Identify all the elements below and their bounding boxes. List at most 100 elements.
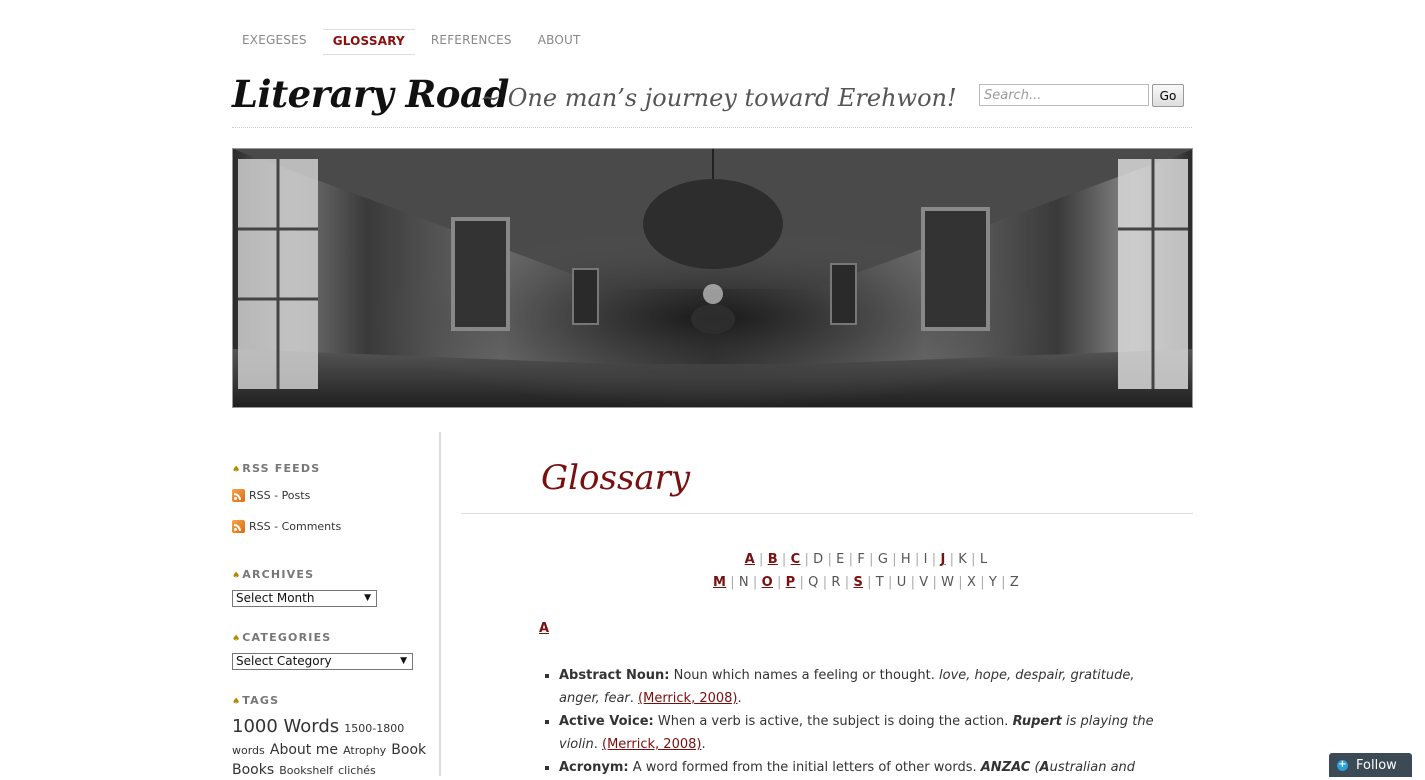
nav-about[interactable]: ABOUT <box>528 29 591 55</box>
archives-heading: ♠ARCHIVES <box>232 568 315 581</box>
letter-separator: | <box>781 552 787 567</box>
bullet-icon: ♠ <box>232 465 242 475</box>
plus-icon: + <box>1337 759 1348 771</box>
letter-separator: | <box>958 575 963 590</box>
letter-u: U <box>896 575 907 590</box>
letter-f: F <box>857 552 866 567</box>
search-input[interactable] <box>979 84 1149 106</box>
nav-glossary[interactable]: GLOSSARY <box>322 29 415 55</box>
letter-separator: | <box>848 552 854 567</box>
rss-comments-link[interactable]: RSS - Comments <box>232 520 341 533</box>
tag-cloud: 1000 Words 1500-1800 words About me Atro… <box>232 716 432 780</box>
tag-link[interactable]: Atrophy <box>343 744 386 757</box>
letter-n: N <box>738 575 749 590</box>
letter-separator: | <box>730 575 735 590</box>
top-nav: EXEGESES GLOSSARY REFERENCES ABOUT <box>232 29 597 55</box>
entry-example-bold: Rupert <box>1012 714 1062 729</box>
letter-separator: | <box>869 552 874 567</box>
rss-posts-link[interactable]: RSS - Posts <box>232 489 310 502</box>
dropdown-arrow-icon: ▼ <box>400 656 407 666</box>
follow-button[interactable]: + Follow <box>1329 753 1412 777</box>
letter-w: W <box>941 575 955 590</box>
letter-s[interactable]: S <box>853 575 863 590</box>
bullet-icon: ♠ <box>232 634 242 644</box>
letter-k: K <box>958 552 968 567</box>
letter-m[interactable]: M <box>713 575 726 590</box>
entry-example-bold: ANZAC <box>980 760 1031 775</box>
tag-link[interactable]: Book <box>391 742 426 758</box>
letter-t: T <box>875 575 885 590</box>
letter-o[interactable]: O <box>762 575 773 590</box>
letter-separator: | <box>914 552 920 567</box>
glossary-list: Abstract Noun: Noun which names a feelin… <box>541 664 1179 779</box>
letter-e: E <box>836 552 845 567</box>
entry-definition: A word formed from the initial letters o… <box>628 760 981 775</box>
letter-separator: | <box>931 552 937 567</box>
glossary-entry: Abstract Noun: Noun which names a feelin… <box>559 664 1179 710</box>
dropdown-arrow-icon: ▼ <box>364 593 371 603</box>
header-divider <box>232 127 1192 128</box>
letter-separator: | <box>867 575 872 590</box>
page-title: Glossary <box>541 458 691 498</box>
entry-definition: When a verb is active, the subject is do… <box>653 714 1013 729</box>
letter-separator: | <box>980 575 985 590</box>
letter-z: Z <box>1009 575 1020 590</box>
rss-feeds-heading: ♠RSS FEEDS <box>232 462 321 475</box>
tag-link[interactable]: clichés <box>338 764 376 777</box>
letter-d: D <box>813 552 824 567</box>
tag-link[interactable]: About me <box>270 742 338 758</box>
site-title[interactable]: Literary Road <box>232 72 509 116</box>
letter-r: R <box>831 575 841 590</box>
letter-separator: | <box>892 552 897 567</box>
letter-separator: | <box>888 575 893 590</box>
letter-separator: | <box>822 575 828 590</box>
gallery-hall-image <box>233 149 1192 407</box>
entry-reference-link[interactable]: (Merrick, 2008) <box>638 691 737 706</box>
letter-j[interactable]: J <box>940 552 945 567</box>
archives-select[interactable]: Select Month ▼ <box>232 590 377 607</box>
nav-exegeses[interactable]: EXEGESES <box>232 29 317 55</box>
title-divider <box>461 513 1193 514</box>
letter-y: Y <box>988 575 998 590</box>
tag-link[interactable]: 1000 Words <box>232 716 339 737</box>
letter-separator: | <box>752 575 758 590</box>
letter-g: G <box>877 552 889 567</box>
letter-v: V <box>919 575 929 590</box>
nav-references[interactable]: REFERENCES <box>421 29 522 55</box>
letter-q: Q <box>808 575 819 590</box>
letter-separator: | <box>971 552 976 567</box>
letter-separator: | <box>1001 575 1006 590</box>
letter-b[interactable]: B <box>768 552 778 567</box>
letter-i: I <box>923 552 928 567</box>
search-go-button[interactable]: Go <box>1152 84 1184 107</box>
tag-link[interactable]: Bookshelf <box>279 764 333 777</box>
alphabet-index-row-2: M | N | O | P | Q | R | S | T | U | V | W | X | Y | Z <box>541 575 1191 590</box>
entry-term: Active Voice: <box>559 714 654 729</box>
letter-separator: | <box>844 575 850 590</box>
letter-separator: | <box>910 575 916 590</box>
entry-definition: Noun which names a feeling or thought. <box>669 668 939 683</box>
site-tagline: ~ One man’s journey toward Erehwon! <box>480 84 957 112</box>
tags-heading: ♠TAGS <box>232 694 280 707</box>
letter-c[interactable]: C <box>791 552 801 567</box>
categories-heading: ♠CATEGORIES <box>232 631 332 644</box>
bullet-icon: ♠ <box>232 697 242 707</box>
letter-a[interactable]: A <box>745 552 755 567</box>
letter-x: X <box>966 575 977 590</box>
letter-separator: | <box>932 575 938 590</box>
entry-reference-link[interactable]: (Merrick, 2008) <box>602 737 701 752</box>
categories-select[interactable]: Select Category ▼ <box>232 653 413 670</box>
alphabet-index-row-1: A | B | C | D | E | F | G | H | I | J | K | L <box>541 552 1191 567</box>
letter-separator: | <box>799 575 805 590</box>
letter-h: H <box>900 552 911 567</box>
bullet-icon: ♠ <box>232 571 242 581</box>
rss-icon <box>232 520 245 533</box>
section-heading-a[interactable]: A <box>539 621 549 636</box>
letter-p[interactable]: P <box>786 575 796 590</box>
sidebar-divider <box>439 432 441 776</box>
glossary-entry: Active Voice: When a verb is active, the… <box>559 710 1179 756</box>
letter-separator: | <box>776 575 782 590</box>
entry-term: Abstract Noun: <box>559 668 670 683</box>
letter-separator: | <box>759 552 764 567</box>
letter-l: L <box>979 552 988 567</box>
